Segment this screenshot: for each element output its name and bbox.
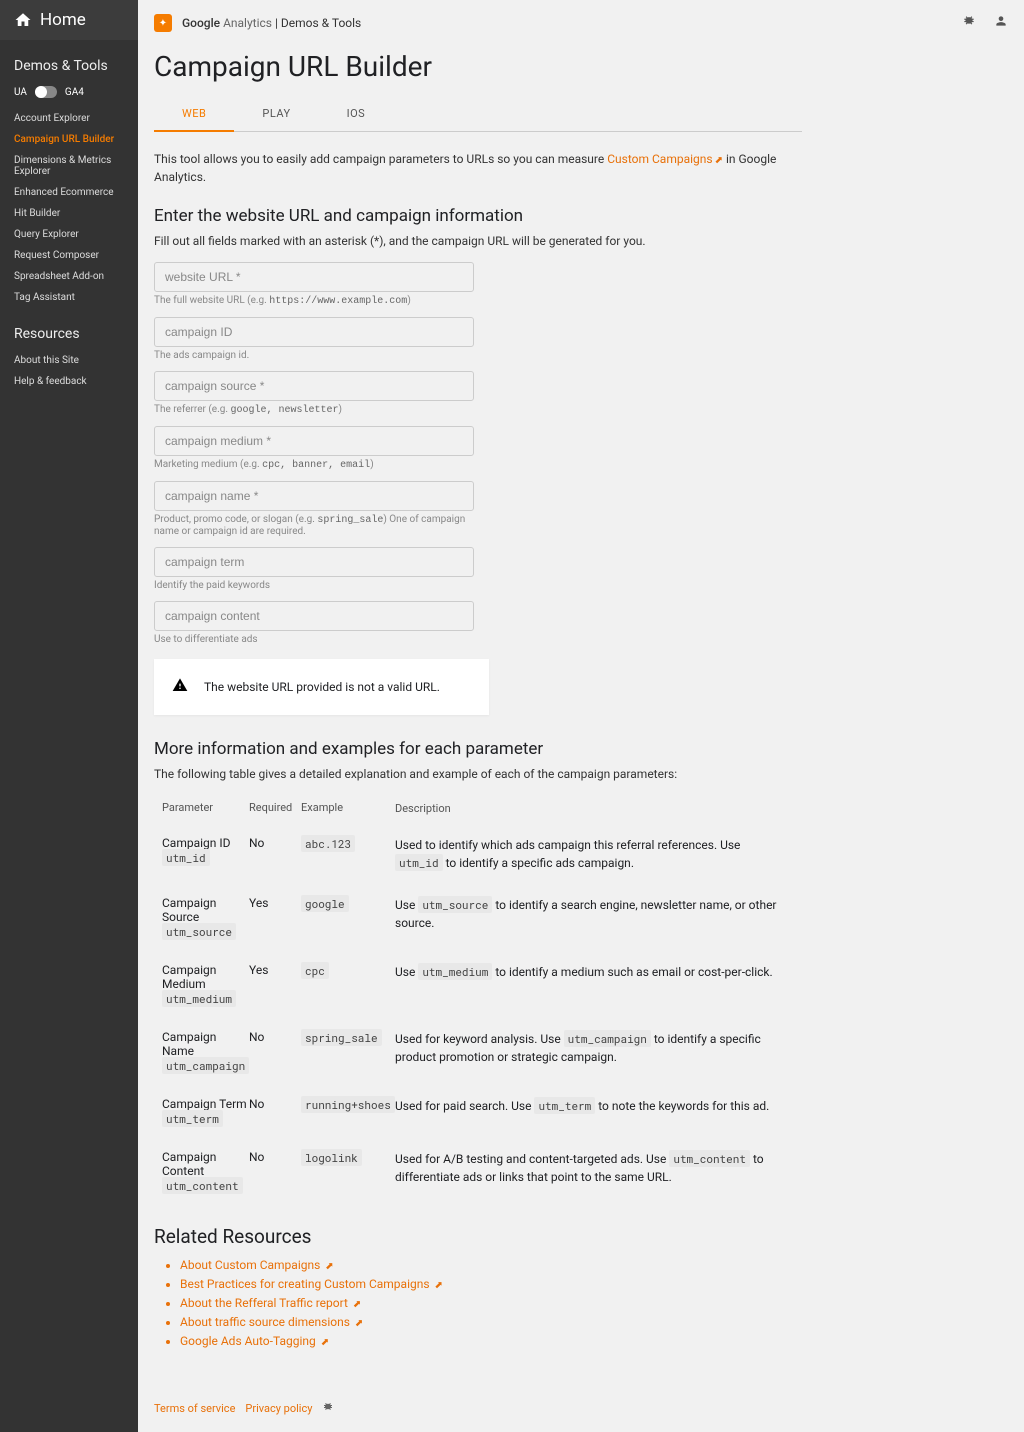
ua-ga4-toggle[interactable]: UA GA4 xyxy=(0,82,138,108)
external-link-icon: ⬈ xyxy=(325,1261,333,1272)
sidebar-item[interactable]: Hit Builder xyxy=(0,203,138,224)
account-icon[interactable] xyxy=(994,14,1008,32)
table-header: Parameter Required Example Description xyxy=(154,795,802,824)
table-row: Campaign Contentutm_contentNologolinkUse… xyxy=(154,1138,802,1205)
field-hint: Use to differentiate ads xyxy=(154,634,474,645)
text-input[interactable] xyxy=(154,481,474,511)
brand-text: Google Analytics | Demos & Tools xyxy=(182,16,361,30)
home-button[interactable]: Home xyxy=(0,0,138,40)
page-title: Campaign URL Builder xyxy=(154,50,802,83)
enter-subtext: Fill out all fields marked with an aster… xyxy=(154,234,802,248)
form-field: The ads campaign id. xyxy=(154,317,474,361)
sidebar-section-resources: Resources xyxy=(0,308,138,350)
field-hint: The referrer (e.g. google, newsletter) xyxy=(154,404,474,416)
enter-heading: Enter the website URL and campaign infor… xyxy=(154,206,802,226)
field-hint: The ads campaign id. xyxy=(154,350,474,361)
external-link-icon: ⬈ xyxy=(353,1299,361,1310)
resource-link[interactable]: About traffic source dimensions ⬈ xyxy=(180,1313,802,1332)
field-hint: The full website URL (e.g. https://www.e… xyxy=(154,295,474,307)
resource-link[interactable]: About the Refferal Traffic report ⬈ xyxy=(180,1294,802,1313)
terms-link[interactable]: Terms of service xyxy=(154,1402,235,1415)
form-field: The full website URL (e.g. https://www.e… xyxy=(154,262,474,307)
resource-link[interactable]: Best Practices for creating Custom Campa… xyxy=(180,1275,802,1294)
bug-icon[interactable] xyxy=(962,14,976,32)
warning-icon xyxy=(172,677,188,697)
external-link-icon: ⬈ xyxy=(321,1337,329,1348)
alert-message: The website URL provided is not a valid … xyxy=(204,680,440,694)
field-hint: Product, promo code, or slogan (e.g. spr… xyxy=(154,514,474,537)
params-table: Parameter Required Example Description C… xyxy=(154,795,802,1205)
table-row: Campaign Sourceutm_sourceYesgoogleUse ut… xyxy=(154,884,802,951)
toggle-label-ga4: GA4 xyxy=(65,87,84,98)
text-input[interactable] xyxy=(154,601,474,631)
sidebar-item[interactable]: Dimensions & Metrics Explorer xyxy=(0,150,138,182)
ga-logo-icon: ✦ xyxy=(154,14,172,32)
toggle-label-ua: UA xyxy=(14,87,27,98)
table-row: Campaign IDutm_idNoabc.123Used to identi… xyxy=(154,824,802,884)
tab-play[interactable]: PLAY xyxy=(234,97,318,131)
form-field: Identify the paid keywords xyxy=(154,547,474,591)
sidebar-item[interactable]: About this Site xyxy=(0,350,138,371)
text-input[interactable] xyxy=(154,262,474,292)
tabs: WEB PLAY IOS xyxy=(154,97,802,132)
form-field: The referrer (e.g. google, newsletter) xyxy=(154,371,474,416)
tab-ios[interactable]: IOS xyxy=(319,97,394,131)
validation-alert: The website URL provided is not a valid … xyxy=(154,659,489,715)
topbar: ✦ Google Analytics | Demos & Tools xyxy=(138,0,1024,32)
table-row: Campaign Mediumutm_mediumYescpcUse utm_m… xyxy=(154,951,802,1018)
toggle-switch[interactable] xyxy=(35,86,57,98)
external-link-icon: ⬈ xyxy=(715,155,723,166)
sidebar-item[interactable]: Spreadsheet Add-on xyxy=(0,266,138,287)
main-content: ✦ Google Analytics | Demos & Tools Campa… xyxy=(138,0,1024,1432)
sidebar-item[interactable]: Query Explorer xyxy=(0,224,138,245)
privacy-link[interactable]: Privacy policy xyxy=(245,1402,312,1415)
form-field: Marketing medium (e.g. cpc, banner, emai… xyxy=(154,426,474,471)
field-hint: Identify the paid keywords xyxy=(154,580,474,591)
resource-link[interactable]: Google Ads Auto-Tagging ⬈ xyxy=(180,1332,802,1351)
field-hint: Marketing medium (e.g. cpc, banner, emai… xyxy=(154,459,474,471)
intro-text: This tool allows you to easily add campa… xyxy=(154,150,802,186)
tab-web[interactable]: WEB xyxy=(154,97,234,132)
sidebar-item[interactable]: Account Explorer xyxy=(0,108,138,129)
sidebar-item[interactable]: Request Composer xyxy=(0,245,138,266)
custom-campaigns-link[interactable]: Custom Campaigns⬈ xyxy=(607,152,723,166)
resources-list: About Custom Campaigns ⬈Best Practices f… xyxy=(154,1256,802,1352)
table-row: Campaign Termutm_termNorunning+shoesUsed… xyxy=(154,1085,802,1138)
home-label: Home xyxy=(40,10,86,30)
sidebar: Home Demos & Tools UA GA4 Account Explor… xyxy=(0,0,138,1432)
more-info-heading: More information and examples for each p… xyxy=(154,739,802,759)
sidebar-item[interactable]: Enhanced Ecommerce xyxy=(0,182,138,203)
sidebar-section-demos: Demos & Tools xyxy=(0,40,138,82)
home-icon xyxy=(14,11,32,29)
footer-bug-icon[interactable] xyxy=(322,1401,334,1416)
form-field: Product, promo code, or slogan (e.g. spr… xyxy=(154,481,474,537)
sidebar-item[interactable]: Tag Assistant xyxy=(0,287,138,308)
more-info-subtext: The following table gives a detailed exp… xyxy=(154,767,802,781)
footer: Terms of service Privacy policy xyxy=(138,1381,1024,1432)
external-link-icon: ⬈ xyxy=(355,1318,363,1329)
sidebar-item[interactable]: Campaign URL Builder xyxy=(0,129,138,150)
text-input[interactable] xyxy=(154,547,474,577)
text-input[interactable] xyxy=(154,317,474,347)
table-row: Campaign Nameutm_campaignNospring_saleUs… xyxy=(154,1018,802,1085)
form-field: Use to differentiate ads xyxy=(154,601,474,645)
text-input[interactable] xyxy=(154,426,474,456)
external-link-icon: ⬈ xyxy=(435,1280,443,1291)
related-heading: Related Resources xyxy=(154,1225,802,1248)
sidebar-item[interactable]: Help & feedback xyxy=(0,371,138,392)
text-input[interactable] xyxy=(154,371,474,401)
resource-link[interactable]: About Custom Campaigns ⬈ xyxy=(180,1256,802,1275)
